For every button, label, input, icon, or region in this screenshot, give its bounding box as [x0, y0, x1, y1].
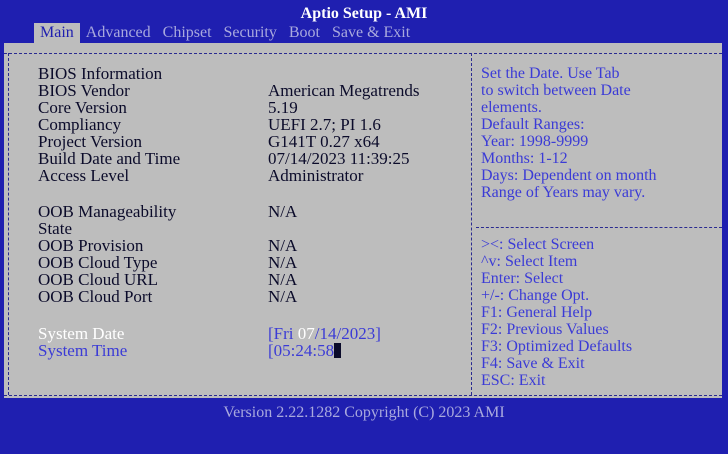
compliancy-label: Compliancy — [38, 115, 122, 134]
oob-cloud-port-label: OOB Cloud Port — [38, 287, 153, 306]
bios-vendor-value: American Megatrends — [268, 81, 420, 100]
access-level-value: Administrator — [268, 166, 364, 185]
oob-cloud-type-value: N/A — [268, 253, 298, 272]
compliancy-value: UEFI 2.7; PI 1.6 — [268, 115, 381, 134]
project-version-value: G141T 0.27 x64 — [268, 132, 380, 151]
oob-state-label: State — [38, 219, 72, 238]
help-line-6: Months: 1-12 — [481, 150, 568, 167]
main-panel: BIOS Information BIOS Vendor American Me… — [4, 43, 722, 398]
oob-cloud-port-value: N/A — [268, 287, 298, 306]
help-line-1: Set the Date. Use Tab — [481, 65, 620, 82]
key-previous-values: F2: Previous Values — [481, 321, 609, 338]
menu-bar: Main Advanced Chipset Security Boot Save… — [34, 23, 416, 43]
key-select-item: ^v: Select Item — [481, 253, 578, 270]
app-title: Aptio Setup - AMI — [300, 5, 428, 22]
help-line-8: Range of Years may vary. — [481, 184, 646, 201]
key-select-screen: ><: Select Screen — [481, 236, 595, 253]
tab-boot[interactable]: Boot — [283, 23, 326, 43]
help-line-4: Default Ranges: — [481, 116, 585, 133]
oob-manageability-value: N/A — [268, 202, 298, 221]
access-level-label: Access Level — [38, 166, 130, 185]
oob-cloud-url-label: OOB Cloud URL — [38, 270, 158, 289]
text-cursor — [334, 343, 342, 358]
system-date-label[interactable]: System Date — [38, 325, 124, 342]
help-line-7: Days: Dependent on month — [481, 167, 657, 184]
system-date-field[interactable]: [Fri 07/14/2023] — [268, 325, 381, 342]
build-date-value: 07/14/2023 11:39:25 — [268, 149, 410, 168]
system-time-field[interactable]: [05:24:58 — [268, 341, 342, 360]
key-save-exit: F4: Save & Exit — [481, 355, 585, 372]
project-version-label: Project Version — [38, 132, 143, 151]
tab-save-exit[interactable]: Save & Exit — [326, 23, 416, 43]
tab-main[interactable]: Main — [34, 23, 80, 43]
left-border — [8, 53, 9, 395]
top-border — [4, 53, 722, 54]
key-enter-select: Enter: Select — [481, 270, 564, 287]
help-line-2: to switch between Date — [481, 82, 631, 99]
bios-info-heading: BIOS Information — [38, 64, 163, 83]
oob-cloud-type-label: OOB Cloud Type — [38, 253, 158, 272]
system-time-value: [05:24:58 — [268, 341, 335, 360]
help-line-3: elements. — [481, 99, 542, 116]
system-time-label[interactable]: System Time — [38, 342, 127, 359]
key-change-opt: +/-: Change Opt. — [481, 287, 590, 304]
oob-manageability-label: OOB Manageability — [38, 202, 177, 221]
core-version-label: Core Version — [38, 98, 127, 117]
bottom-border — [4, 395, 722, 396]
tab-advanced[interactable]: Advanced — [80, 23, 157, 43]
key-general-help: F1: General Help — [481, 304, 593, 321]
core-version-value: 5.19 — [268, 98, 298, 117]
tab-security[interactable]: Security — [218, 23, 283, 43]
oob-provision-label: OOB Provision — [38, 236, 144, 255]
pane-divider — [471, 53, 472, 395]
footer-version: Version 2.22.1282 Copyright (C) 2023 AMI — [223, 404, 505, 421]
oob-provision-value: N/A — [268, 236, 298, 255]
help-divider — [476, 227, 722, 228]
oob-cloud-url-value: N/A — [268, 270, 298, 289]
bios-vendor-label: BIOS Vendor — [38, 81, 130, 100]
help-line-5: Year: 1998-9999 — [481, 133, 589, 150]
key-esc-exit: ESC: Exit — [481, 372, 546, 389]
key-optimized-defaults: F3: Optimized Defaults — [481, 338, 633, 355]
tab-chipset[interactable]: Chipset — [157, 23, 218, 43]
build-date-label: Build Date and Time — [38, 149, 181, 168]
